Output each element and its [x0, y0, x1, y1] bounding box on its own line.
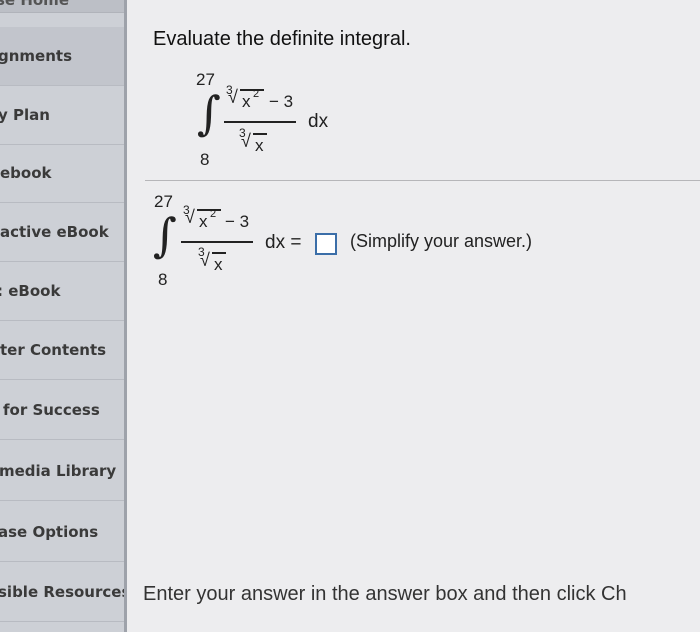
numerator-minus-three: − 3: [225, 212, 250, 231]
section-divider: [145, 180, 700, 181]
answer-instruction: Enter your answer in the answer box and …: [143, 583, 627, 605]
sidebar-item-study-plan[interactable]: y Plan: [0, 86, 124, 145]
sidebar-item-label: for Success: [3, 401, 100, 419]
lower-limit: 8: [158, 270, 168, 289]
sidebar-item-label: ase Options: [0, 523, 99, 541]
lower-limit: 8: [200, 150, 210, 169]
sidebar-item-label: gnments: [0, 47, 72, 65]
differential-equals: dx =: [265, 232, 302, 253]
sidebar-item-label: media Library: [0, 462, 117, 480]
radical-overbar: [197, 209, 221, 211]
numerator-radicand: x: [242, 92, 251, 111]
numerator-exponent: 2: [253, 88, 260, 100]
radical-overbar: [212, 252, 226, 254]
sidebar-item-assignments[interactable]: gnments: [0, 27, 124, 86]
sidebar-item-label: ter Contents: [0, 341, 107, 359]
denominator-radicand: x: [214, 255, 223, 274]
differential: dx: [308, 111, 329, 132]
sidebar-item-label: y Plan: [0, 106, 50, 124]
sidebar-item-ebook[interactable]: ebook: [0, 144, 124, 203]
fraction-bar: [181, 241, 253, 243]
sidebar-item-text-ebook[interactable]: : eBook: [0, 262, 124, 321]
denominator-radicand: x: [255, 136, 264, 155]
integral-sign: ∫: [197, 86, 221, 140]
radical-icon: √: [200, 250, 210, 270]
numerator-minus-three: − 3: [269, 92, 294, 111]
sidebar-item-home-label: se Home: [0, 0, 69, 9]
fraction-bar: [224, 121, 296, 123]
sidebar-item-tools-for-success[interactable]: for Success: [0, 381, 124, 440]
sidebar-item-accessible-resources[interactable]: sible Resources: [0, 563, 124, 622]
question-panel: Evaluate the definite integral. 27 ∫ 8 3…: [127, 0, 700, 632]
radical-overbar: [240, 89, 264, 91]
radical-icon: √: [241, 131, 251, 151]
sidebar-top-item[interactable]: se Home: [0, 0, 124, 13]
radical-icon: √: [228, 87, 238, 107]
sidebar-item-multimedia-library[interactable]: media Library: [0, 442, 124, 501]
sidebar-item-interactive-ebook[interactable]: active eBook: [0, 203, 124, 262]
numerator-exponent: 2: [210, 208, 217, 220]
simplify-hint: (Simplify your answer.): [350, 231, 533, 251]
integral-sign: ∫: [153, 208, 177, 262]
course-sidebar: se Home gnments y Plan ebook active eBoo…: [0, 0, 124, 632]
numerator-radicand: x: [199, 212, 208, 231]
sidebar-item-label: active eBook: [0, 223, 109, 241]
radical-overbar: [253, 133, 267, 135]
sidebar-item-label: : eBook: [0, 282, 61, 300]
answer-input-box[interactable]: [315, 233, 337, 255]
sidebar-item-chapter-contents[interactable]: ter Contents: [0, 321, 124, 380]
radical-icon: √: [185, 207, 195, 227]
sidebar-item-purchase-options[interactable]: ase Options: [0, 503, 124, 562]
question-title: Evaluate the definite integral.: [153, 28, 411, 50]
sidebar-item-label: ebook: [0, 164, 52, 182]
sidebar-item-label: sible Resources: [0, 583, 124, 601]
